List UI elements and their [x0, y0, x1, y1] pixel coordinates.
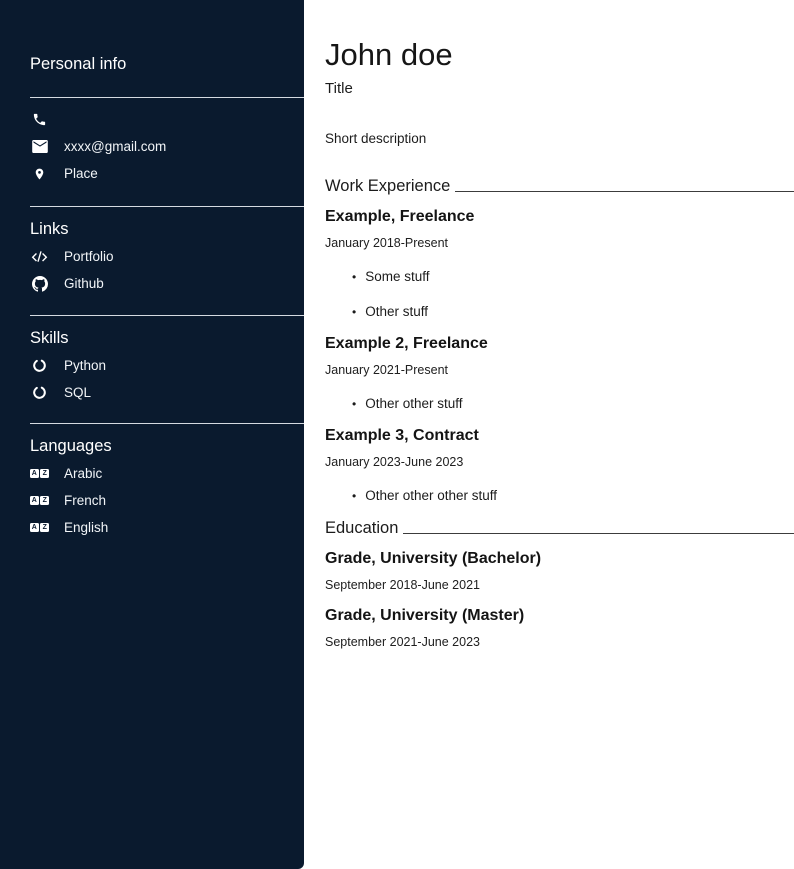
code-icon [30, 250, 49, 263]
work-bullet: • Other other stuff [325, 396, 794, 412]
language-icon: AZ [30, 496, 49, 505]
bullet-text: Other stuff [365, 304, 428, 320]
links-list: Portfolio Github [30, 243, 304, 297]
education-section-heading: Education [325, 519, 794, 538]
contact-item-email[interactable]: xxxx@gmail.com [30, 133, 304, 160]
work-entry-dates: January 2018-Present [325, 236, 794, 250]
languages-list: AZ Arabic AZ French AZ English [30, 460, 304, 541]
work-entry-role: Example, Freelance [325, 208, 794, 226]
letter-z: Z [40, 523, 49, 532]
portfolio-link-label: Portfolio [64, 249, 114, 264]
bullet-dot-icon: • [352, 269, 356, 285]
person-title: Title [325, 80, 794, 97]
education-label: Education [325, 519, 398, 538]
work-experience-label: Work Experience [325, 177, 450, 196]
letter-a: A [30, 523, 39, 532]
work-bullet: • Other stuff [325, 304, 794, 320]
bullet-text: Other other stuff [365, 396, 462, 412]
skill-item: SQL [30, 379, 304, 406]
contact-item-place: Place [30, 160, 304, 187]
skill-label: SQL [64, 385, 91, 400]
skill-label: Python [64, 358, 106, 373]
link-item-portfolio[interactable]: Portfolio [30, 243, 304, 270]
education-entry-dates: September 2018-June 2021 [325, 578, 794, 592]
github-icon [30, 276, 49, 292]
short-description: Short description [325, 131, 794, 146]
person-name: John doe [325, 38, 794, 72]
map-marker-icon [30, 166, 49, 182]
work-experience-section-heading: Work Experience [325, 177, 794, 196]
email-value: xxxx@gmail.com [64, 139, 166, 154]
work-bullet: • Some stuff [325, 269, 794, 285]
skill-item: Python [30, 352, 304, 379]
letter-a: A [30, 469, 39, 478]
education-entry-degree: Grade, University (Bachelor) [325, 550, 794, 568]
skills-list: Python SQL [30, 352, 304, 406]
personal-info-heading: Personal info [30, 0, 304, 74]
github-link-label: Github [64, 276, 104, 291]
work-entry-dates: January 2023-June 2023 [325, 455, 794, 469]
letter-a: A [30, 496, 39, 505]
contact-item-phone [30, 106, 304, 133]
language-icon: AZ [30, 523, 49, 532]
language-label: English [64, 520, 108, 535]
bullet-text: Some stuff [365, 269, 429, 285]
sidebar: Personal info xxxx@gmail.com Place Links [0, 0, 304, 869]
language-item: AZ Arabic [30, 460, 304, 487]
letter-z: Z [40, 469, 49, 478]
work-entry-role: Example 2, Freelance [325, 335, 794, 353]
work-entry-dates: January 2021-Present [325, 363, 794, 377]
language-item: AZ French [30, 487, 304, 514]
circle-notch-icon [30, 358, 49, 373]
section-rule [455, 191, 794, 192]
education-entry-dates: September 2021-June 2023 [325, 635, 794, 649]
letter-z: Z [40, 496, 49, 505]
divider [30, 206, 304, 207]
skills-heading: Skills [30, 329, 304, 348]
divider [30, 97, 304, 98]
bullet-dot-icon: • [352, 488, 356, 504]
divider [30, 315, 304, 316]
links-heading: Links [30, 220, 304, 239]
envelope-icon [30, 140, 49, 153]
circle-notch-icon [30, 385, 49, 400]
language-icon: AZ [30, 469, 49, 478]
bullet-dot-icon: • [352, 396, 356, 412]
education-entry-degree: Grade, University (Master) [325, 607, 794, 625]
link-item-github[interactable]: Github [30, 270, 304, 297]
languages-heading: Languages [30, 437, 304, 456]
contact-list: xxxx@gmail.com Place [30, 106, 304, 187]
phone-icon [30, 112, 49, 127]
work-entry-role: Example 3, Contract [325, 427, 794, 445]
language-item: AZ English [30, 514, 304, 541]
divider [30, 423, 304, 424]
work-bullet: • Other other other stuff [325, 488, 794, 504]
section-rule [403, 533, 794, 534]
bullet-dot-icon: • [352, 304, 356, 320]
place-value: Place [64, 166, 98, 181]
language-label: French [64, 493, 106, 508]
bullet-text: Other other other stuff [365, 488, 497, 504]
language-label: Arabic [64, 466, 102, 481]
resume-main: John doe Title Short description Work Ex… [304, 0, 794, 869]
